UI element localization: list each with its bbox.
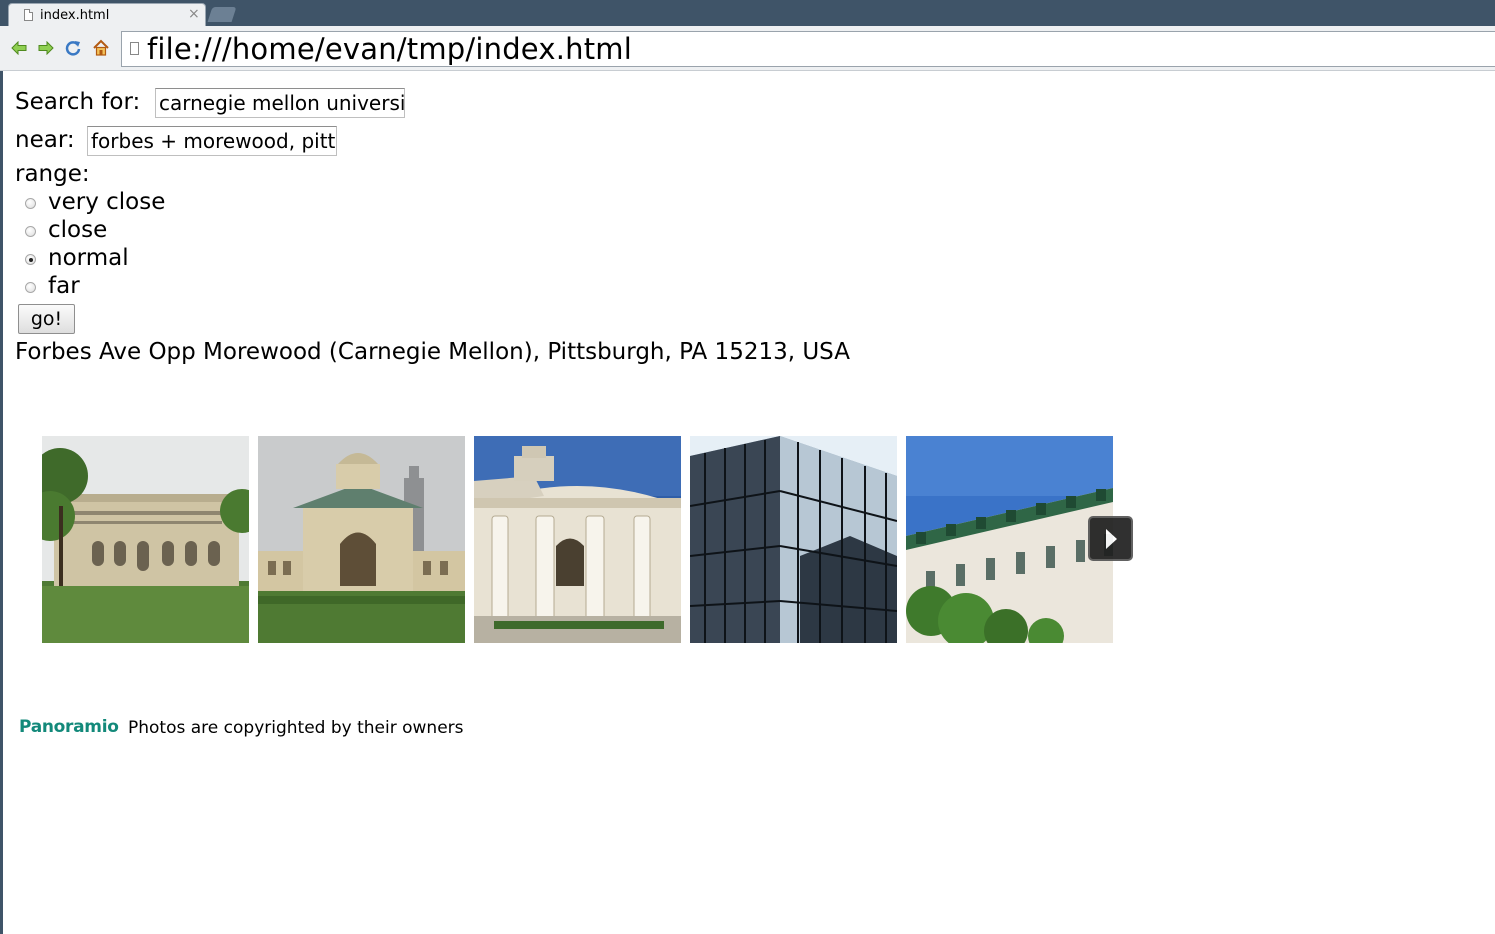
radio-very-close[interactable] [25,198,36,209]
radio-label-far: far [48,273,80,299]
tab-close-icon[interactable]: × [188,6,200,22]
photo-thumbnail[interactable] [258,436,465,643]
glass-building-photo [690,436,897,643]
near-label: near: [15,127,75,153]
new-tab-button[interactable] [207,7,237,22]
browser-tab[interactable]: index.html × [8,3,206,26]
near-input[interactable]: forbes + morewood, pitt [87,126,337,156]
forward-arrow-icon [38,41,54,55]
range-label: range: [15,161,90,187]
search-label: Search for: [15,89,141,115]
forward-button[interactable] [37,39,55,57]
museum-photo [42,436,249,643]
radio-normal[interactable] [25,254,36,265]
tab-title: index.html [40,8,110,23]
radio-close[interactable] [25,226,36,237]
window-edge [0,71,3,934]
address-bar[interactable]: file:///home/evan/tmp/index.html [121,31,1495,67]
home-button[interactable] [92,39,110,57]
back-button[interactable] [10,39,28,57]
go-button[interactable]: go! [18,304,75,334]
panoramio-logo[interactable]: Panoramio [19,717,119,737]
result-address: Forbes Ave Opp Morewood (Carnegie Mellon… [15,339,850,365]
back-arrow-icon [11,41,27,55]
photo-thumbnail[interactable] [42,436,249,643]
radio-label-normal: normal [48,245,129,271]
reload-icon [65,41,81,56]
search-input[interactable]: carnegie mellon universi [155,88,405,118]
photo-thumbnail[interactable] [906,436,1113,643]
url-text[interactable]: file:///home/evan/tmp/index.html [147,33,632,65]
reload-button[interactable] [64,39,82,57]
observatory-photo [258,436,465,643]
radio-far[interactable] [25,282,36,293]
tab-strip: index.html × [0,0,1495,26]
photo-thumbnail[interactable] [690,436,897,643]
radio-label-very-close: very close [48,189,166,215]
next-photos-button[interactable] [1088,516,1133,561]
copyright-text: Photos are copyrighted by their owners [128,718,464,738]
home-icon [93,39,109,56]
page-icon [130,42,139,55]
radio-label-close: close [48,217,108,243]
chevron-right-icon [1105,528,1117,549]
photo-thumbnail[interactable] [474,436,681,643]
campus-building-photo [906,436,1113,643]
rotunda-photo [474,436,681,643]
file-icon [24,9,33,21]
